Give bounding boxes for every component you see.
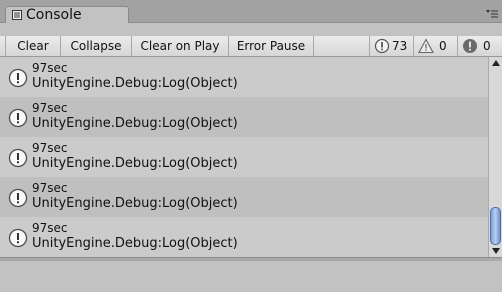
- log-message: 97sec: [32, 181, 68, 195]
- log-list: 97sec UnityEngine.Debug:Log(Object) 97se…: [0, 57, 488, 257]
- info-icon: [8, 68, 28, 88]
- warning-count-toggle[interactable]: 0: [413, 36, 457, 56]
- collapse-button[interactable]: Collapse: [61, 36, 132, 56]
- info-count-toggle[interactable]: 73: [369, 36, 413, 56]
- error-pause-button[interactable]: Error Pause: [229, 36, 314, 56]
- log-source: UnityEngine.Debug:Log(Object): [32, 76, 238, 91]
- console-toolbar: Clear Collapse Clear on Play Error Pause…: [0, 23, 502, 57]
- error-icon: [463, 39, 477, 53]
- tab-bar: Console: [0, 0, 502, 23]
- console-window: Console Clear Collapse Clear on Play Err…: [0, 0, 502, 292]
- log-message: 97sec: [32, 221, 68, 235]
- tab-title: Console: [26, 7, 82, 23]
- scroll-up-arrow-icon[interactable]: [492, 60, 500, 66]
- info-icon: [8, 108, 28, 128]
- log-entry[interactable]: 97sec UnityEngine.Debug:Log(Object): [0, 57, 488, 97]
- log-entry[interactable]: 97sec UnityEngine.Debug:Log(Object): [0, 177, 488, 217]
- info-icon: [8, 228, 28, 248]
- tab-console[interactable]: Console: [5, 6, 129, 23]
- info-count: 73: [392, 39, 408, 53]
- log-source: UnityEngine.Debug:Log(Object): [32, 236, 238, 251]
- log-message: 97sec: [32, 61, 68, 75]
- scroll-thumb[interactable]: [490, 207, 501, 245]
- log-entry[interactable]: 97sec UnityEngine.Debug:Log(Object): [0, 137, 488, 177]
- log-entry[interactable]: 97sec UnityEngine.Debug:Log(Object): [0, 217, 488, 257]
- scroll-down-arrow-icon[interactable]: [492, 248, 500, 254]
- log-source: UnityEngine.Debug:Log(Object): [32, 156, 238, 171]
- log-entry[interactable]: 97sec UnityEngine.Debug:Log(Object): [0, 97, 488, 137]
- info-icon: [8, 148, 28, 168]
- clear-button[interactable]: Clear: [5, 36, 61, 56]
- info-icon: [374, 38, 390, 54]
- info-icon: [8, 188, 28, 208]
- error-count-toggle[interactable]: 0: [457, 36, 502, 56]
- log-source: UnityEngine.Debug:Log(Object): [32, 116, 238, 131]
- clear-on-play-button[interactable]: Clear on Play: [132, 36, 229, 56]
- console-icon: [12, 10, 22, 20]
- log-message: 97sec: [32, 101, 68, 115]
- warning-count: 0: [439, 39, 447, 53]
- warning-icon: [418, 38, 434, 54]
- log-detail-pane: [0, 261, 502, 292]
- log-message: 97sec: [32, 141, 68, 155]
- error-count: 0: [483, 39, 491, 53]
- vertical-scrollbar[interactable]: [488, 57, 502, 257]
- log-source: UnityEngine.Debug:Log(Object): [32, 196, 238, 211]
- window-menu-icon[interactable]: [486, 8, 498, 18]
